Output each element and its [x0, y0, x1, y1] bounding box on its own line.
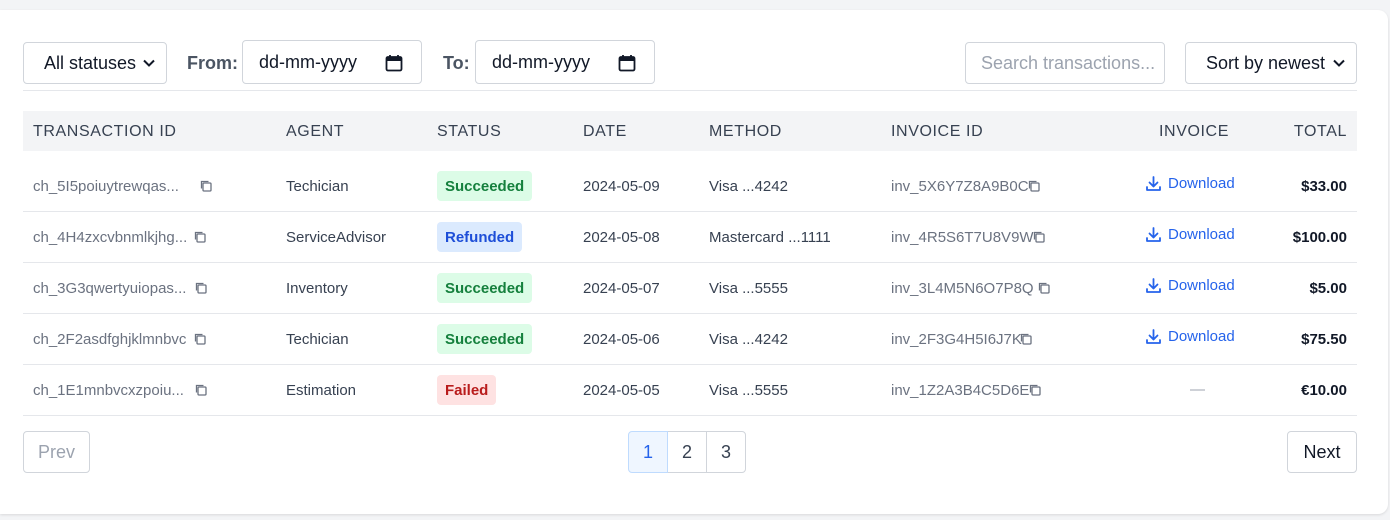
transaction-id: ch_1E1mnbvcxzpoiu...: [33, 382, 184, 399]
header-invoice: INVOICE: [1159, 123, 1229, 140]
date: 2024-05-08: [583, 229, 660, 246]
copy-icon[interactable]: [193, 230, 207, 244]
search-placeholder: Search transactions...: [981, 52, 1156, 73]
to-label: To:: [443, 53, 470, 73]
header-agent: AGENT: [286, 123, 345, 140]
copy-icon[interactable]: [1019, 332, 1033, 346]
download-label: Download: [1168, 175, 1235, 192]
download-icon: [1146, 329, 1161, 344]
sort-select[interactable]: Sort by newest: [1185, 42, 1357, 84]
status-badge: Succeeded: [437, 171, 533, 201]
chevron-down-icon: [143, 59, 155, 67]
table-row: ch_4H4zxcvbnmlkjhg... ServiceAdvisor Refun…: [23, 212, 1357, 263]
search-input[interactable]: Search transactions...: [965, 42, 1165, 84]
payment-method: Mastercard ...1111: [709, 229, 831, 246]
header-invoice-id: INVOICE ID: [891, 123, 984, 140]
payment-method: Visa ...5555: [709, 382, 788, 399]
sort-value: Sort by newest: [1206, 52, 1326, 73]
agent: Techician: [286, 178, 349, 195]
status-badge: Succeeded: [437, 324, 533, 354]
pagination: 1 2 3: [628, 431, 746, 473]
agent: Inventory: [286, 280, 348, 297]
total: $5.00: [1309, 280, 1347, 297]
transaction-id: ch_4H4zxcvbnmlkjhg...: [33, 229, 188, 246]
date: 2024-05-06: [583, 331, 660, 348]
to-date-value: dd-mm-yyyy: [492, 51, 590, 72]
invoice-id: inv_2F3G4H5I6J7K: [891, 331, 1022, 348]
total: €10.00: [1301, 382, 1347, 399]
header-status: STATUS: [437, 123, 502, 140]
from-label: From:: [187, 53, 238, 73]
from-date-input[interactable]: dd-mm-yyyy: [242, 40, 422, 84]
copy-icon[interactable]: [1028, 383, 1042, 397]
header-date: DATE: [583, 123, 627, 140]
invoice-id: inv_1Z2A3B4C5D6E: [891, 382, 1030, 399]
copy-icon[interactable]: [1027, 179, 1041, 193]
download-label: Download: [1168, 328, 1235, 345]
status-badge: Refunded: [437, 222, 523, 252]
download-invoice-link[interactable]: Download: [1145, 277, 1235, 294]
header-total: TOTAL: [1293, 123, 1347, 140]
download-invoice-link[interactable]: Download: [1145, 328, 1235, 345]
filter-toolbar: All statuses From: dd-mm-yyyy To: dd-mm-…: [23, 40, 1357, 84]
copy-icon[interactable]: [194, 383, 208, 397]
invoice-id: inv_5X6Y7Z8A9B0C: [891, 178, 1029, 195]
copy-icon[interactable]: [193, 332, 207, 346]
toolbar-divider: [23, 90, 1357, 91]
date: 2024-05-09: [583, 178, 660, 195]
agent: ServiceAdvisor: [286, 229, 387, 246]
download-label: Download: [1168, 277, 1235, 294]
status-filter-select[interactable]: All statuses: [23, 42, 167, 84]
table-row: ch_5I5poiuytrewqas... Techician Succeeded 2…: [23, 161, 1357, 212]
header-transaction-id: TRANSACTION ID: [33, 123, 177, 140]
total: $33.00: [1301, 178, 1347, 195]
download-label: Download: [1168, 226, 1235, 243]
payment-method: Visa ...5555: [709, 280, 788, 297]
table-row: ch_1E1mnbvcxzpoiu... Estimation Failed 2024…: [23, 365, 1357, 416]
chevron-down-icon: [1333, 59, 1345, 67]
next-button[interactable]: Next: [1287, 431, 1357, 473]
total: $100.00: [1292, 229, 1347, 246]
header-method: METHOD: [709, 123, 782, 140]
no-invoice-dash: —: [1190, 381, 1205, 398]
payment-method: Visa ...4242: [709, 331, 788, 348]
agent: Estimation: [286, 382, 357, 399]
table-header: TRANSACTION ID AGENT STATUS DATE METHOD …: [23, 111, 1357, 151]
copy-icon[interactable]: [1032, 230, 1046, 244]
calendar-icon[interactable]: [385, 54, 403, 72]
status-filter-value: All statuses: [44, 52, 137, 73]
status-badge: Failed: [437, 375, 497, 405]
download-icon: [1146, 176, 1161, 191]
date: 2024-05-07: [583, 280, 660, 297]
transaction-id: ch_3G3qwertyuiopas...: [33, 280, 187, 297]
total: $75.50: [1301, 331, 1347, 348]
page-button-2[interactable]: 2: [667, 431, 707, 473]
invoice-id: inv_3L4M5N6O7P8Q: [891, 280, 1034, 297]
download-icon: [1146, 278, 1161, 293]
copy-icon[interactable]: [194, 281, 208, 295]
prev-button[interactable]: Prev: [23, 431, 90, 473]
copy-icon[interactable]: [1037, 281, 1051, 295]
to-date-input[interactable]: dd-mm-yyyy: [475, 40, 655, 84]
transaction-id: ch_2F2asdfghjklmnbvc: [33, 331, 187, 348]
table-row: ch_2F2asdfghjklmnbvc Techician Succeeded 20…: [23, 314, 1357, 365]
page-button-3[interactable]: 3: [706, 431, 746, 473]
payment-method: Visa ...4242: [709, 178, 788, 195]
download-invoice-link[interactable]: Download: [1145, 175, 1235, 192]
download-invoice-link[interactable]: Download: [1145, 226, 1235, 243]
from-date-value: dd-mm-yyyy: [259, 51, 357, 72]
copy-icon[interactable]: [199, 179, 213, 193]
agent: Techician: [286, 331, 349, 348]
calendar-icon[interactable]: [618, 54, 636, 72]
page-button-1[interactable]: 1: [628, 431, 668, 473]
transaction-id: ch_5I5poiuytrewqas...: [33, 178, 179, 195]
table-row: ch_3G3qwertyuiopas... Inventory Succeeded 2…: [23, 263, 1357, 314]
download-icon: [1146, 227, 1161, 242]
status-badge: Succeeded: [437, 273, 533, 303]
date: 2024-05-05: [583, 382, 660, 399]
invoice-id: inv_4R5S6T7U8V9W: [891, 229, 1034, 246]
